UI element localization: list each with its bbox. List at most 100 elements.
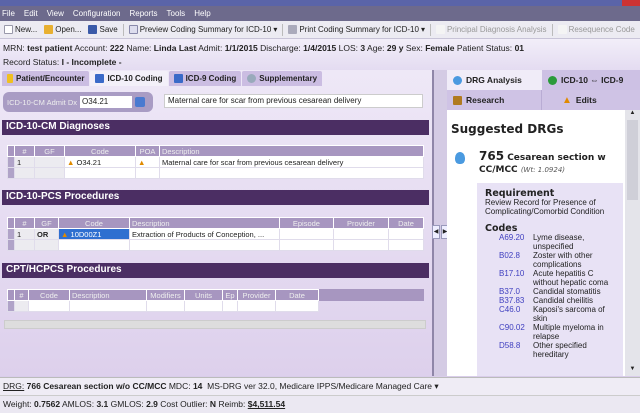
code-link[interactable]: B02.8: [499, 251, 529, 269]
table-row-empty[interactable]: [7, 239, 424, 251]
col-header: POA: [135, 145, 160, 157]
code-item[interactable]: B37.0 Candidal stomatitis: [499, 287, 615, 296]
scroll-up-icon[interactable]: ▲: [625, 110, 640, 120]
label: Age:: [367, 43, 385, 53]
menu-tools[interactable]: Tools: [167, 9, 186, 18]
code-item[interactable]: C90.02 Multiple myeloma in relapse: [499, 323, 615, 341]
tab-drg-analysis[interactable]: DRG Analysis: [447, 70, 542, 90]
print-icon: [288, 25, 298, 34]
vertical-scrollbar[interactable]: ▲ ▼: [625, 110, 640, 376]
table-row-empty[interactable]: [7, 167, 424, 179]
code-link[interactable]: A69.20: [499, 233, 529, 251]
collapse-left-icon[interactable]: ◀: [432, 225, 440, 239]
cell[interactable]: [28, 300, 70, 312]
code-cell[interactable]: ▲ O34.21: [64, 156, 136, 168]
mrn-value: test patient: [27, 43, 73, 53]
cell[interactable]: [279, 239, 334, 251]
row-selector[interactable]: [7, 239, 15, 251]
drg-label[interactable]: DRG:: [3, 381, 24, 391]
tab-edits[interactable]: ▲ Edits: [542, 90, 640, 110]
code-link[interactable]: D58.8: [499, 341, 529, 359]
menu-configuration[interactable]: Configuration: [73, 9, 121, 18]
poa-cell[interactable]: ▲: [135, 156, 160, 168]
code-link[interactable]: C90.02: [499, 323, 529, 341]
gf-cell[interactable]: [34, 156, 65, 168]
cell[interactable]: [332, 239, 390, 251]
menu-file[interactable]: File: [2, 9, 15, 18]
lightbulb-icon: [453, 75, 462, 85]
open-button[interactable]: Open...: [42, 25, 83, 34]
code-item[interactable]: B17.10 Acute hepatitis C without hepatic …: [499, 269, 615, 287]
cell[interactable]: [388, 239, 424, 251]
admit-dx-input[interactable]: O34.21: [80, 96, 133, 108]
cell[interactable]: [275, 300, 319, 312]
tab-research[interactable]: Research: [447, 90, 542, 110]
code-link[interactable]: B37.83: [499, 296, 529, 305]
lookup-button[interactable]: [135, 97, 146, 107]
print-label: Print Coding Summary for ICD-10: [299, 25, 419, 34]
new-button[interactable]: New...: [2, 25, 39, 34]
grouper-dropdown[interactable]: MS-DRG ver 32.0, Medicare IPPS/Medicare …: [207, 381, 432, 391]
row-selector[interactable]: [7, 156, 15, 168]
episode-cell[interactable]: [279, 228, 334, 240]
pane-splitter[interactable]: ◀ ▶: [432, 70, 449, 376]
suggested-drg[interactable]: 765 Cesarean section w CC/MCC (Wt: 1.092…: [479, 150, 619, 176]
table-row[interactable]: 1 OR ▲ 10D00Z1 Extraction of Products of Co…: [7, 228, 424, 240]
date-cell[interactable]: [388, 228, 424, 240]
cell[interactable]: [146, 300, 185, 312]
col-header: GF: [34, 217, 59, 229]
tab-patient-encounter[interactable]: Patient/Encounter: [2, 71, 90, 86]
row-selector[interactable]: [7, 167, 15, 179]
cell[interactable]: [237, 300, 276, 312]
code-description: Other specified hereditary: [533, 341, 587, 359]
scroll-thumb[interactable]: [627, 120, 638, 200]
code-item[interactable]: A69.20 Lyme disease, unspecified: [499, 233, 615, 251]
code-item[interactable]: C46.0 Kaposi's sarcoma of skin: [499, 305, 615, 323]
code-item[interactable]: B37.83 Candidal cheilitis: [499, 296, 615, 305]
horizontal-scrollbar[interactable]: [4, 320, 426, 329]
cell[interactable]: [135, 167, 160, 179]
code-item[interactable]: B02.8 Zoster with other complications: [499, 251, 615, 269]
cell[interactable]: [184, 300, 223, 312]
cell[interactable]: [222, 300, 238, 312]
table-row-empty[interactable]: [7, 300, 319, 312]
row-number: 1: [14, 156, 35, 168]
cell[interactable]: [64, 167, 136, 179]
menu-bar: File Edit View Configuration Reports Too…: [0, 6, 640, 21]
scroll-down-icon[interactable]: ▼: [625, 366, 640, 376]
gf-cell[interactable]: OR: [34, 228, 59, 240]
label: GMLOS:: [110, 399, 144, 409]
row-selector[interactable]: [7, 228, 15, 240]
menu-help[interactable]: Help: [194, 9, 210, 18]
menu-edit[interactable]: Edit: [24, 9, 38, 18]
row-selector[interactable]: [7, 300, 15, 312]
tab-icd-crosswalk[interactable]: ICD-10 ⇔ ICD-9: [542, 70, 640, 90]
principal-dx-button[interactable]: Principal Diagnosis Analysis: [434, 25, 549, 34]
code-description: Candidal stomatitis: [533, 287, 601, 296]
code-item[interactable]: D58.8 Other specified hereditary: [499, 341, 615, 359]
print-button[interactable]: Print Coding Summary for ICD-10 ▾: [286, 25, 427, 34]
table-row[interactable]: 1 ▲ O34.21 ▲ Maternal care for scar from pr…: [7, 156, 424, 168]
code-cell-selected[interactable]: ▲ 10D00Z1: [58, 228, 130, 240]
suggested-drgs-heading: Suggested DRGs: [451, 122, 564, 136]
cell[interactable]: [129, 239, 280, 251]
cell[interactable]: [69, 300, 147, 312]
save-icon: [88, 25, 98, 34]
lightbulb-icon: [455, 152, 465, 164]
cell[interactable]: [159, 167, 424, 179]
menu-view[interactable]: View: [47, 9, 64, 18]
resequence-button[interactable]: Resequence Code: [556, 25, 637, 34]
code-link[interactable]: C46.0: [499, 305, 529, 323]
tab-supplementary[interactable]: Supplementary: [242, 71, 323, 86]
code-link[interactable]: B37.0: [499, 287, 529, 296]
cell[interactable]: [58, 239, 130, 251]
menu-reports[interactable]: Reports: [129, 9, 157, 18]
tab-icd9-coding[interactable]: ICD-9 Coding: [168, 71, 242, 86]
save-button[interactable]: Save: [86, 25, 119, 34]
resequence-icon: [557, 25, 567, 34]
provider-cell[interactable]: [332, 228, 390, 240]
code-link[interactable]: B17.10: [499, 269, 529, 287]
cpt-header: CPT/HCPCS Procedures: [2, 263, 429, 278]
tab-icd10-coding[interactable]: ICD-10 Coding: [90, 71, 168, 86]
preview-button[interactable]: Preview Coding Summary for ICD-10 ▾: [127, 25, 280, 34]
